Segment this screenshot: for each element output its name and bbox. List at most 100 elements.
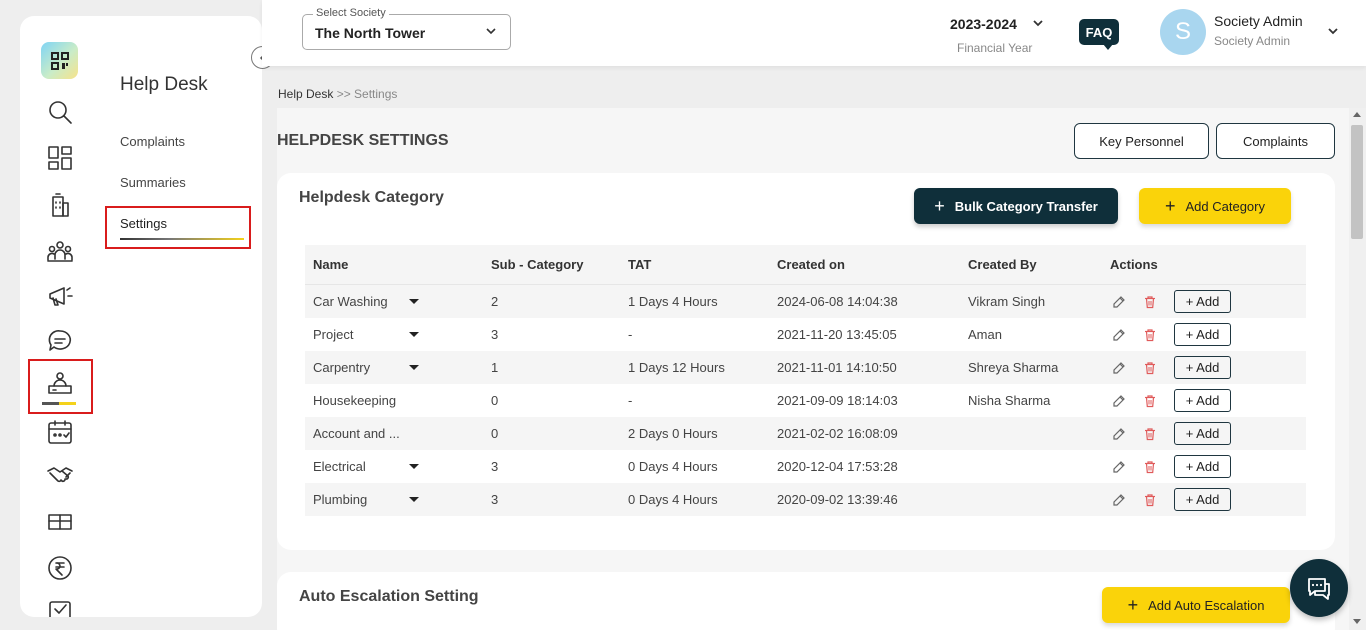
add-subcategory-button[interactable]: + Add <box>1174 455 1231 478</box>
active-rail-underline <box>42 402 76 405</box>
edit-icon[interactable] <box>1112 328 1126 342</box>
cell-tat: 1 Days 4 Hours <box>628 294 718 309</box>
society-select-value: The North Tower <box>315 25 426 41</box>
menu-item-settings[interactable]: Settings <box>120 216 167 231</box>
plus-icon: + <box>1127 595 1139 615</box>
cell-sub-category: 3 <box>491 492 499 507</box>
announcement-icon[interactable] <box>44 280 76 312</box>
scroll-up-arrow-icon[interactable] <box>1353 112 1361 117</box>
breadcrumb-separator: >> <box>333 87 355 101</box>
expand-caret-icon[interactable] <box>409 365 419 370</box>
community-icon[interactable] <box>44 235 76 267</box>
financial-year-selector[interactable]: 2023-2024 Financial Year <box>950 16 1043 55</box>
top-header: Select Society The North Tower 2023-2024… <box>262 0 1366 66</box>
add-subcategory-button[interactable]: + Add <box>1174 422 1231 445</box>
handshake-icon[interactable] <box>44 459 76 491</box>
calendar-icon[interactable] <box>44 416 76 448</box>
chevron-down-icon[interactable] <box>1326 24 1340 38</box>
plus-icon: + <box>934 196 945 216</box>
column-header-actions: Actions <box>1110 257 1158 272</box>
faq-button[interactable]: FAQ <box>1079 19 1119 50</box>
expand-caret-icon[interactable] <box>409 464 419 469</box>
delete-icon[interactable] <box>1143 361 1157 375</box>
add-category-button[interactable]: + Add Category <box>1139 188 1291 224</box>
column-header-name: Name <box>313 257 349 272</box>
menu-item-summaries[interactable]: Summaries <box>120 175 186 190</box>
add-subcategory-button[interactable]: + Add <box>1174 488 1231 511</box>
scroll-down-arrow-icon[interactable] <box>1353 619 1361 624</box>
breadcrumb: Help Desk >> Settings <box>278 87 397 101</box>
add-auto-escalation-button[interactable]: + Add Auto Escalation <box>1102 587 1290 623</box>
add-subcategory-button[interactable]: + Add <box>1174 290 1231 313</box>
table-row: Electrical 3 0 Days 4 Hours 2020-12-04 17:5… <box>305 450 1306 483</box>
cell-actions: + Add <box>1110 488 1306 511</box>
app-logo[interactable] <box>41 42 78 79</box>
cell-created-on: 2021-09-09 18:14:03 <box>777 393 898 408</box>
cell-created-on: 2021-11-20 13:45:05 <box>777 327 897 342</box>
expand-caret-icon[interactable] <box>409 497 419 502</box>
delete-icon[interactable] <box>1143 493 1157 507</box>
column-header-tat: TAT <box>628 257 652 272</box>
complaints-button[interactable]: Complaints <box>1216 123 1335 159</box>
delete-icon[interactable] <box>1143 295 1157 309</box>
card-title: Helpdesk Category <box>299 189 444 206</box>
avatar[interactable]: S <box>1160 9 1206 55</box>
cell-name: Electrical <box>305 459 483 474</box>
key-personnel-button[interactable]: Key Personnel <box>1074 123 1209 159</box>
financial-year-value: 2023-2024 <box>950 16 1017 32</box>
cell-created-on: 2024-06-08 14:04:38 <box>777 294 898 309</box>
delete-icon[interactable] <box>1143 394 1157 408</box>
delete-icon[interactable] <box>1143 328 1157 342</box>
building-icon[interactable] <box>44 189 76 221</box>
chat-icon[interactable] <box>44 325 76 357</box>
category-name: Housekeeping <box>313 393 397 408</box>
column-header-created-on: Created on <box>777 257 845 272</box>
add-subcategory-button[interactable]: + Add <box>1174 323 1231 346</box>
checkbox-icon[interactable] <box>44 594 76 617</box>
delete-icon[interactable] <box>1143 427 1157 441</box>
cell-created-by: Vikram Singh <box>968 294 1046 309</box>
chevron-down-icon <box>486 28 496 35</box>
add-category-label: Add Category <box>1185 198 1266 214</box>
edit-icon[interactable] <box>1112 394 1126 408</box>
user-role: Society Admin <box>1214 34 1291 48</box>
expand-caret-icon[interactable] <box>409 299 419 304</box>
cell-created-by: Nisha Sharma <box>968 393 1051 408</box>
column-header-sub-category: Sub - Category <box>491 257 584 272</box>
plus-icon: + <box>1164 196 1176 216</box>
user-name: Society Admin <box>1214 13 1303 29</box>
cell-created-on: 2021-11-01 14:10:50 <box>777 360 897 375</box>
edit-icon[interactable] <box>1112 295 1126 309</box>
sidebar: Help Desk Complaints Summaries Settings <box>20 16 262 617</box>
breadcrumb-current: Settings <box>354 87 398 101</box>
cell-name: Plumbing <box>305 492 483 507</box>
chat-support-button[interactable] <box>1290 559 1348 617</box>
rupee-icon[interactable] <box>44 552 76 584</box>
add-subcategory-button[interactable]: + Add <box>1174 389 1231 412</box>
edit-icon[interactable] <box>1112 361 1126 375</box>
society-select[interactable]: Select Society The North Tower <box>302 7 511 50</box>
edit-icon[interactable] <box>1112 427 1126 441</box>
breadcrumb-link-helpdesk[interactable]: Help Desk <box>278 87 333 101</box>
cell-tat: 0 Days 4 Hours <box>628 492 718 507</box>
menu-item-complaints[interactable]: Complaints <box>120 134 185 149</box>
bulk-category-transfer-button[interactable]: + Bulk Category Transfer <box>914 188 1118 224</box>
amenities-icon[interactable] <box>44 505 76 537</box>
cell-tat: 2 Days 0 Hours <box>628 426 718 441</box>
dashboard-icon[interactable] <box>44 142 76 174</box>
table-header: Name Sub - Category TAT Created on Creat… <box>305 245 1306 285</box>
add-subcategory-button[interactable]: + Add <box>1174 356 1231 379</box>
cell-sub-category: 1 <box>491 360 499 375</box>
logo-mark-icon <box>50 51 69 70</box>
category-name: Car Washing <box>313 294 388 309</box>
cell-name: Account and ... <box>305 426 483 441</box>
edit-icon[interactable] <box>1112 460 1126 474</box>
bulk-category-transfer-label: Bulk Category Transfer <box>954 198 1098 214</box>
cell-sub-category: 3 <box>491 327 499 342</box>
search-icon[interactable] <box>44 96 76 128</box>
scrollbar-thumb[interactable] <box>1351 125 1363 239</box>
delete-icon[interactable] <box>1143 460 1157 474</box>
expand-caret-icon[interactable] <box>409 332 419 337</box>
cell-tat: - <box>628 393 633 408</box>
edit-icon[interactable] <box>1112 493 1126 507</box>
